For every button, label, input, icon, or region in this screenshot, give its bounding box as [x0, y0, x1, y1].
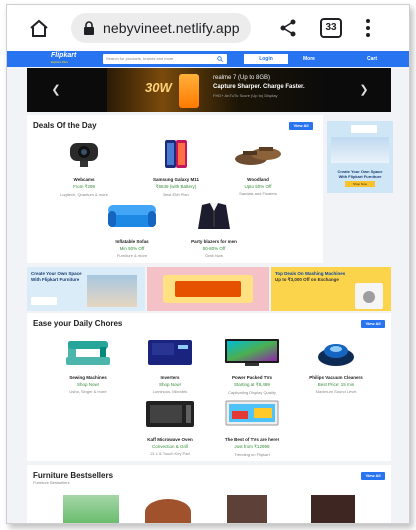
product-card[interactable]: Woodland Upto 50% Off Sandals and Floate…	[223, 139, 293, 196]
login-button[interactable]: Login	[244, 54, 288, 64]
view-all-button[interactable]: View All	[361, 320, 385, 328]
furniture-image[interactable]	[63, 495, 119, 523]
search-input[interactable]: Search for products, brands and more	[103, 54, 227, 64]
site-header: Flipkart Explore Plus Search for product…	[7, 51, 409, 67]
lock-icon	[84, 21, 94, 35]
app-frame: nebyvineet.netlify.app 33 Flipkart Explo…	[6, 4, 410, 524]
banner-line-3: FHD+ AnTuTu Score (Up to) Display	[213, 93, 278, 98]
product-card[interactable]: Sewing Machines Shop Now! Usha, Singer &…	[53, 337, 123, 394]
product-card[interactable]: Webcams From ₹299 Logitech, Quantum & mo…	[49, 139, 119, 197]
furniture-image	[87, 275, 137, 307]
furniture-side-ad[interactable]: Create Your Own Space With Flipkart Furn…	[327, 121, 393, 193]
tv-image	[225, 339, 279, 366]
inflatable-sofa-image	[108, 205, 156, 227]
home-icon[interactable]	[29, 19, 49, 37]
carousel-prev-icon[interactable]: ❮	[49, 82, 63, 98]
section-title: Furniture Bestsellers	[33, 471, 114, 480]
bean-bag-image[interactable]	[145, 499, 191, 523]
product-card[interactable]: Inverters Shop Now! Luminous, Microtek	[135, 337, 205, 394]
promo-banner-furniture[interactable]: Create Your Own Space With Flipkart Furn…	[27, 267, 145, 311]
flipkart-logo[interactable]: Flipkart	[51, 52, 76, 59]
promo-banner-festive[interactable]	[147, 267, 269, 311]
phone-image	[179, 74, 199, 108]
url-text: nebyvineet.netlify.app	[103, 20, 240, 36]
product-card[interactable]: Samsung Galaxy M11 ₹8639 (with Battery) …	[141, 139, 211, 197]
banner-promo-big: 30W	[145, 80, 172, 95]
deals-section: Deals Of the Day View All Webcams From ₹…	[27, 115, 323, 263]
festive-badge	[175, 281, 241, 297]
carousel-next-icon[interactable]: ❯	[357, 82, 371, 98]
cart-button[interactable]: Cart	[367, 54, 377, 64]
blazer-image	[198, 202, 230, 229]
brand-logo	[351, 125, 377, 133]
brand-logo	[31, 297, 57, 305]
banner-line-2: Capture Sharper. Charge Faster.	[213, 84, 305, 90]
product-card[interactable]: Kaff Microwave Oven Convection & Grill 2…	[135, 399, 205, 456]
view-all-button[interactable]: View All	[289, 122, 313, 130]
banner-line-1: realme 7 (Up to 8GB)	[213, 75, 271, 81]
product-card[interactable]: Inflatable Sofas Min 50% Off Furniture &…	[97, 201, 167, 258]
search-icon[interactable]	[217, 56, 223, 62]
furniture-section: Furniture Bestsellers Furniture Bestsell…	[27, 465, 391, 523]
product-card[interactable]: Power Packed TVs Starting at ₹8,499 Capt…	[217, 337, 287, 395]
microwave-image	[146, 401, 194, 427]
tab-count-button[interactable]: 33	[320, 18, 342, 38]
vacuum-cleaner-image	[318, 344, 354, 366]
phone-image	[165, 140, 187, 168]
address-bar[interactable]: nebyvineet.netlify.app	[71, 13, 251, 43]
browser-toolbar: nebyvineet.netlify.app 33	[7, 5, 409, 51]
view-all-button[interactable]: View All	[361, 472, 385, 480]
product-card[interactable]: The Best of TVs are here! Just from ₹129…	[217, 399, 287, 457]
sewing-machine-image	[66, 341, 110, 365]
inverter-image	[148, 340, 192, 365]
webcam-image	[70, 143, 98, 167]
more-menu[interactable]: More	[303, 54, 315, 64]
section-title: Deals Of the Day	[33, 121, 97, 130]
washing-machine-door	[363, 291, 375, 303]
share-icon[interactable]	[279, 19, 297, 37]
side-ad-text: Create Your Own Space With Flipkart Furn…	[337, 169, 383, 179]
tv-image	[225, 400, 279, 426]
product-card[interactable]: Party blazers for men 50-80% Off Grab No…	[179, 201, 249, 258]
promo-banner-washing-machines[interactable]: Top Deals On Washing Machines Up to ₹3,0…	[271, 267, 391, 311]
section-subtitle: Furniture Bestsellers	[33, 480, 70, 485]
section-title: Ease your Daily Chores	[33, 319, 123, 328]
sandals-image	[235, 147, 281, 165]
wardrobe-image[interactable]	[227, 495, 267, 523]
bed-image[interactable]	[311, 495, 355, 523]
room-image	[331, 137, 389, 163]
chores-section: Ease your Daily Chores View All Sewing M…	[27, 313, 391, 461]
hero-carousel[interactable]: ❮ 30W realme 7 (Up to 8GB) Capture Sharp…	[27, 68, 391, 112]
product-card[interactable]: Philips Vacuum Cleaners Best Price: 15 m…	[301, 337, 371, 394]
shop-now-button[interactable]: Shop Now	[345, 181, 375, 187]
logo-tagline: Explore Plus	[51, 60, 68, 64]
overflow-menu-icon[interactable]	[365, 18, 371, 38]
